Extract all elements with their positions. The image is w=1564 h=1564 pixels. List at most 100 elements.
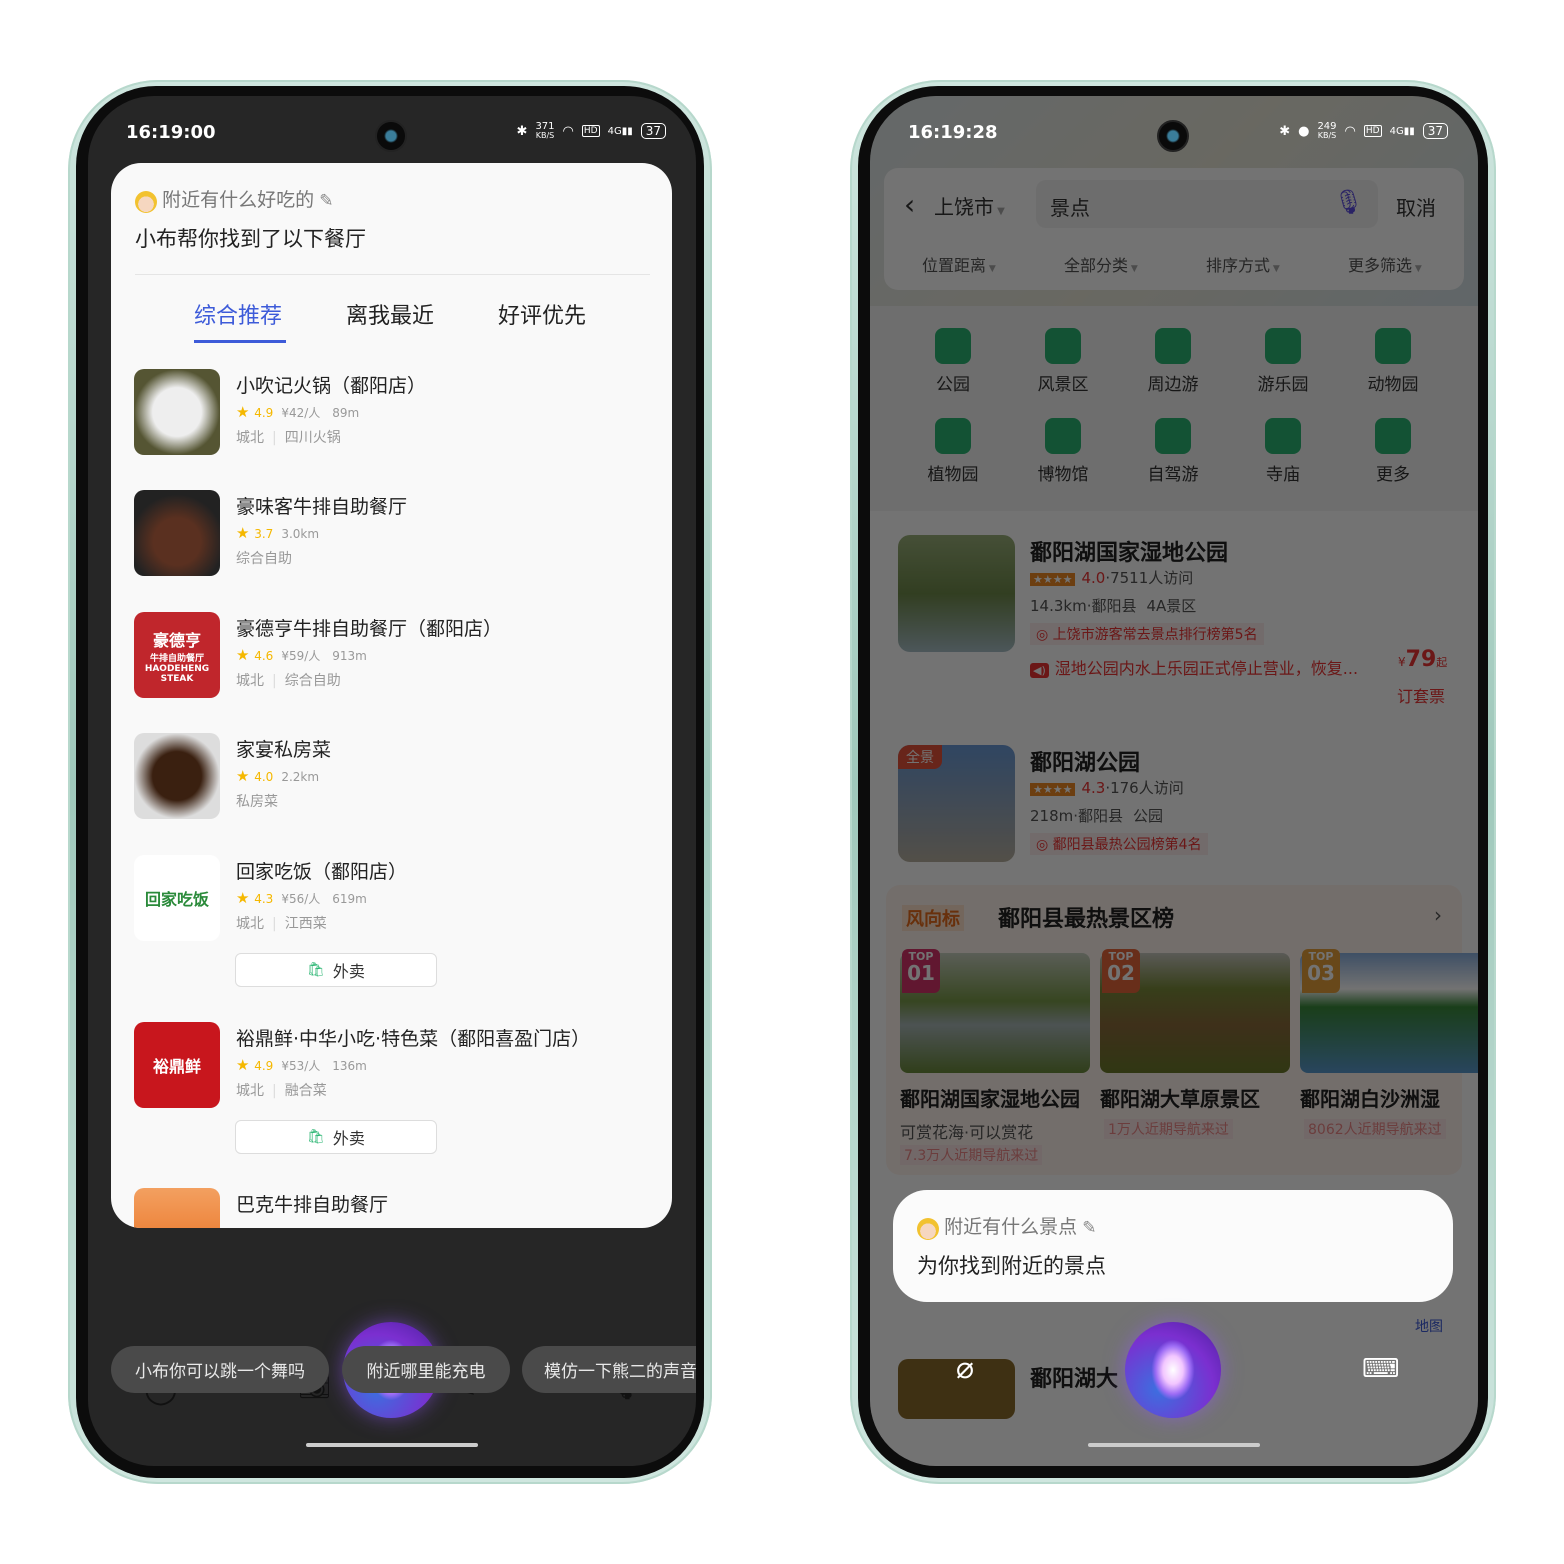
- top-rank: 01: [907, 961, 935, 985]
- notice-row[interactable]: ◀) 湿地公园内水上乐园正式停止营业，恢复...: [1030, 655, 1358, 679]
- suggestion-chip[interactable]: 小布你可以跳一个舞吗: [111, 1346, 329, 1393]
- filter-dropdown[interactable]: 全部分类 ▼: [1064, 252, 1138, 276]
- category-label: 植物园: [927, 465, 979, 485]
- takeout-label: 外卖: [332, 1129, 365, 1148]
- keyboard-icon[interactable]: ⌨: [1362, 1354, 1400, 1384]
- ranking-item[interactable]: TOP 03 鄱阳湖白沙洲湿 8062人近期导航来过: [1300, 949, 1478, 1173]
- star-icon: ★: [236, 1056, 255, 1074]
- wifi-icon: ◠: [1344, 123, 1356, 139]
- rank-icon: ◎: [1036, 837, 1053, 853]
- assistant-orb-button[interactable]: [1125, 1322, 1221, 1418]
- star-icon: ★: [236, 646, 255, 664]
- suggestion-chip[interactable]: 附近哪里能充电: [342, 1346, 510, 1393]
- cuisine: 四川火锅: [284, 430, 341, 446]
- restaurant-name[interactable]: 巴克牛排自助餐厅: [236, 1190, 388, 1217]
- category-icon: [1375, 418, 1411, 454]
- search-panel: ‹ 景点 🎙︎ 上饶市 ▼ 取消 位置距离 ▼ 全部分类 ▼ 排序方式 ▼ 更多筛选 …: [884, 168, 1464, 290]
- home-indicator[interactable]: [1088, 1443, 1260, 1447]
- result-name[interactable]: 鄱阳湖公园: [1030, 745, 1140, 777]
- distance: 619m: [332, 892, 367, 906]
- tab-nearest[interactable]: 离我最近: [346, 298, 434, 330]
- star-rating: ★★★★: [1030, 573, 1076, 586]
- back-icon[interactable]: ‹: [904, 188, 915, 221]
- logo-text: 牛排自助餐厅: [149, 653, 204, 664]
- category-9[interactable]: 更多: [1348, 418, 1438, 485]
- separator: |: [272, 1083, 277, 1099]
- planet-icon[interactable]: ⌀: [956, 1351, 974, 1386]
- distance: 136m: [332, 1059, 367, 1073]
- battery-icon: 37: [640, 123, 666, 139]
- network-type: 4G: [607, 125, 622, 137]
- star-icon: ★: [236, 767, 255, 785]
- home-indicator[interactable]: [306, 1443, 478, 1447]
- ranking-title: 鄱阳县最热景区榜: [998, 907, 1175, 932]
- restaurant-name[interactable]: 回家吃饭（鄱阳店）: [236, 857, 407, 884]
- category-0[interactable]: 公园: [908, 328, 998, 395]
- book-package-button[interactable]: 订套票: [1397, 683, 1445, 707]
- suggestion-chip[interactable]: 模仿一下熊二的声音: [522, 1346, 696, 1393]
- ranking-item[interactable]: TOP 01 鄱阳湖国家湿地公园 可赏花海·可以赏花 7.3万人近期导航来过: [900, 949, 1094, 1173]
- restaurant-meta: ★ 3.7 3.0km: [236, 524, 319, 542]
- chevron-right-icon[interactable]: ›: [1434, 903, 1442, 927]
- search-input[interactable]: 景点 🎙︎: [1036, 180, 1378, 228]
- ranking-thumbnail: TOP 03: [1300, 949, 1478, 1073]
- category-5[interactable]: 植物园: [908, 418, 998, 485]
- takeout-button[interactable]: 🛍︎ 外卖: [235, 1120, 437, 1154]
- rank-tag[interactable]: ◎ 鄱阳县最热公园榜第4名: [1030, 833, 1208, 855]
- hd-icon: HD: [581, 125, 600, 137]
- category-label: 动物园: [1367, 375, 1419, 395]
- panorama-badge: 全景: [898, 745, 942, 769]
- tab-recommended[interactable]: 综合推荐: [194, 298, 282, 330]
- net-speed: 249 KB/S: [1317, 122, 1336, 141]
- ranking-thumbnail: TOP 02: [1100, 949, 1290, 1073]
- ranking-card[interactable]: 风向标 鄱阳县最热景区榜 › TOP 01 鄱阳湖国家湿地公园 可赏花海·可以赏花 7.…: [886, 885, 1478, 1175]
- filter-dropdown[interactable]: 排序方式 ▼: [1206, 252, 1280, 276]
- query-text[interactable]: 附近有什么好吃的: [162, 189, 314, 211]
- category-2[interactable]: 周边游: [1128, 328, 1218, 395]
- filter-dropdown[interactable]: 位置距离 ▼: [922, 252, 996, 276]
- tab-top-rated[interactable]: 好评优先: [498, 298, 586, 330]
- assistant-card: 附近有什么好吃的 ✎ 小布帮你找到了以下餐厅 综合推荐 离我最近 好评优先 小吹…: [111, 163, 672, 1228]
- category-6[interactable]: 博物馆: [1018, 418, 1108, 485]
- restaurant-name[interactable]: 小吹记火锅（鄱阳店）: [236, 371, 426, 398]
- area: 城北: [236, 673, 264, 689]
- result-name[interactable]: 鄱阳湖国家湿地公园: [1030, 535, 1228, 567]
- separator: |: [272, 916, 277, 932]
- edit-pencil-icon[interactable]: ✎: [319, 191, 333, 211]
- restaurant-name[interactable]: 裕鼎鲜·中华小吃·特色菜（鄱阳喜盈门店）: [236, 1024, 590, 1051]
- category-8[interactable]: 寺庙: [1238, 418, 1328, 485]
- category-1[interactable]: 风景区: [1018, 328, 1108, 395]
- top-badge: TOP 02: [1102, 949, 1140, 993]
- rank-text: 鄱阳县最热公园榜第4名: [1052, 837, 1202, 853]
- restaurant-name[interactable]: 家宴私房菜: [236, 735, 331, 762]
- price: ¥79起: [1398, 647, 1447, 672]
- scenic-type: 4A景区: [1146, 597, 1197, 615]
- category-7[interactable]: 自驾游: [1128, 418, 1218, 485]
- category-label: 周边游: [1147, 375, 1199, 395]
- map-button[interactable]: 地图: [1415, 1316, 1443, 1336]
- rank-tag[interactable]: ◎ 上饶市游客常去景点排行榜第5名: [1030, 623, 1264, 645]
- county: 鄱阳县: [1091, 597, 1137, 615]
- category-3[interactable]: 游乐园: [1238, 328, 1328, 395]
- area: 城北: [236, 1083, 264, 1099]
- avatar: [917, 1217, 939, 1240]
- restaurant-name[interactable]: 豪味客牛排自助餐厅: [236, 492, 407, 519]
- voice-mic-icon[interactable]: 🎙︎: [1334, 188, 1364, 216]
- restaurant-thumbnail: 豪德亨 牛排自助餐厅 HAODEHENG STEAK: [134, 612, 220, 698]
- filter-label: 排序方式: [1206, 256, 1271, 275]
- divider: [135, 274, 650, 275]
- hd-icon: HD: [1363, 125, 1382, 137]
- cancel-button[interactable]: 取消: [1396, 192, 1436, 221]
- city-name: 上饶市: [934, 195, 994, 219]
- category-4[interactable]: 动物园: [1348, 328, 1438, 395]
- edit-pencil-icon[interactable]: ✎: [1082, 1218, 1096, 1238]
- query-text[interactable]: 附近有什么景点: [944, 1216, 1077, 1238]
- takeout-button[interactable]: 🛍︎ 外卖: [235, 953, 437, 987]
- active-tab-underline: [194, 340, 286, 343]
- filter-dropdown[interactable]: 更多筛选 ▼: [1348, 252, 1422, 276]
- ranking-item[interactable]: TOP 02 鄱阳湖大草原景区 1万人近期导航来过: [1100, 949, 1294, 1173]
- restaurant-name[interactable]: 豪德亨牛排自助餐厅（鄱阳店）: [236, 614, 502, 641]
- ranking-desc: 可赏花海·可以赏花: [900, 1123, 1034, 1142]
- city-selector[interactable]: 上饶市 ▼: [934, 191, 1005, 220]
- star-icon: ★: [236, 403, 255, 421]
